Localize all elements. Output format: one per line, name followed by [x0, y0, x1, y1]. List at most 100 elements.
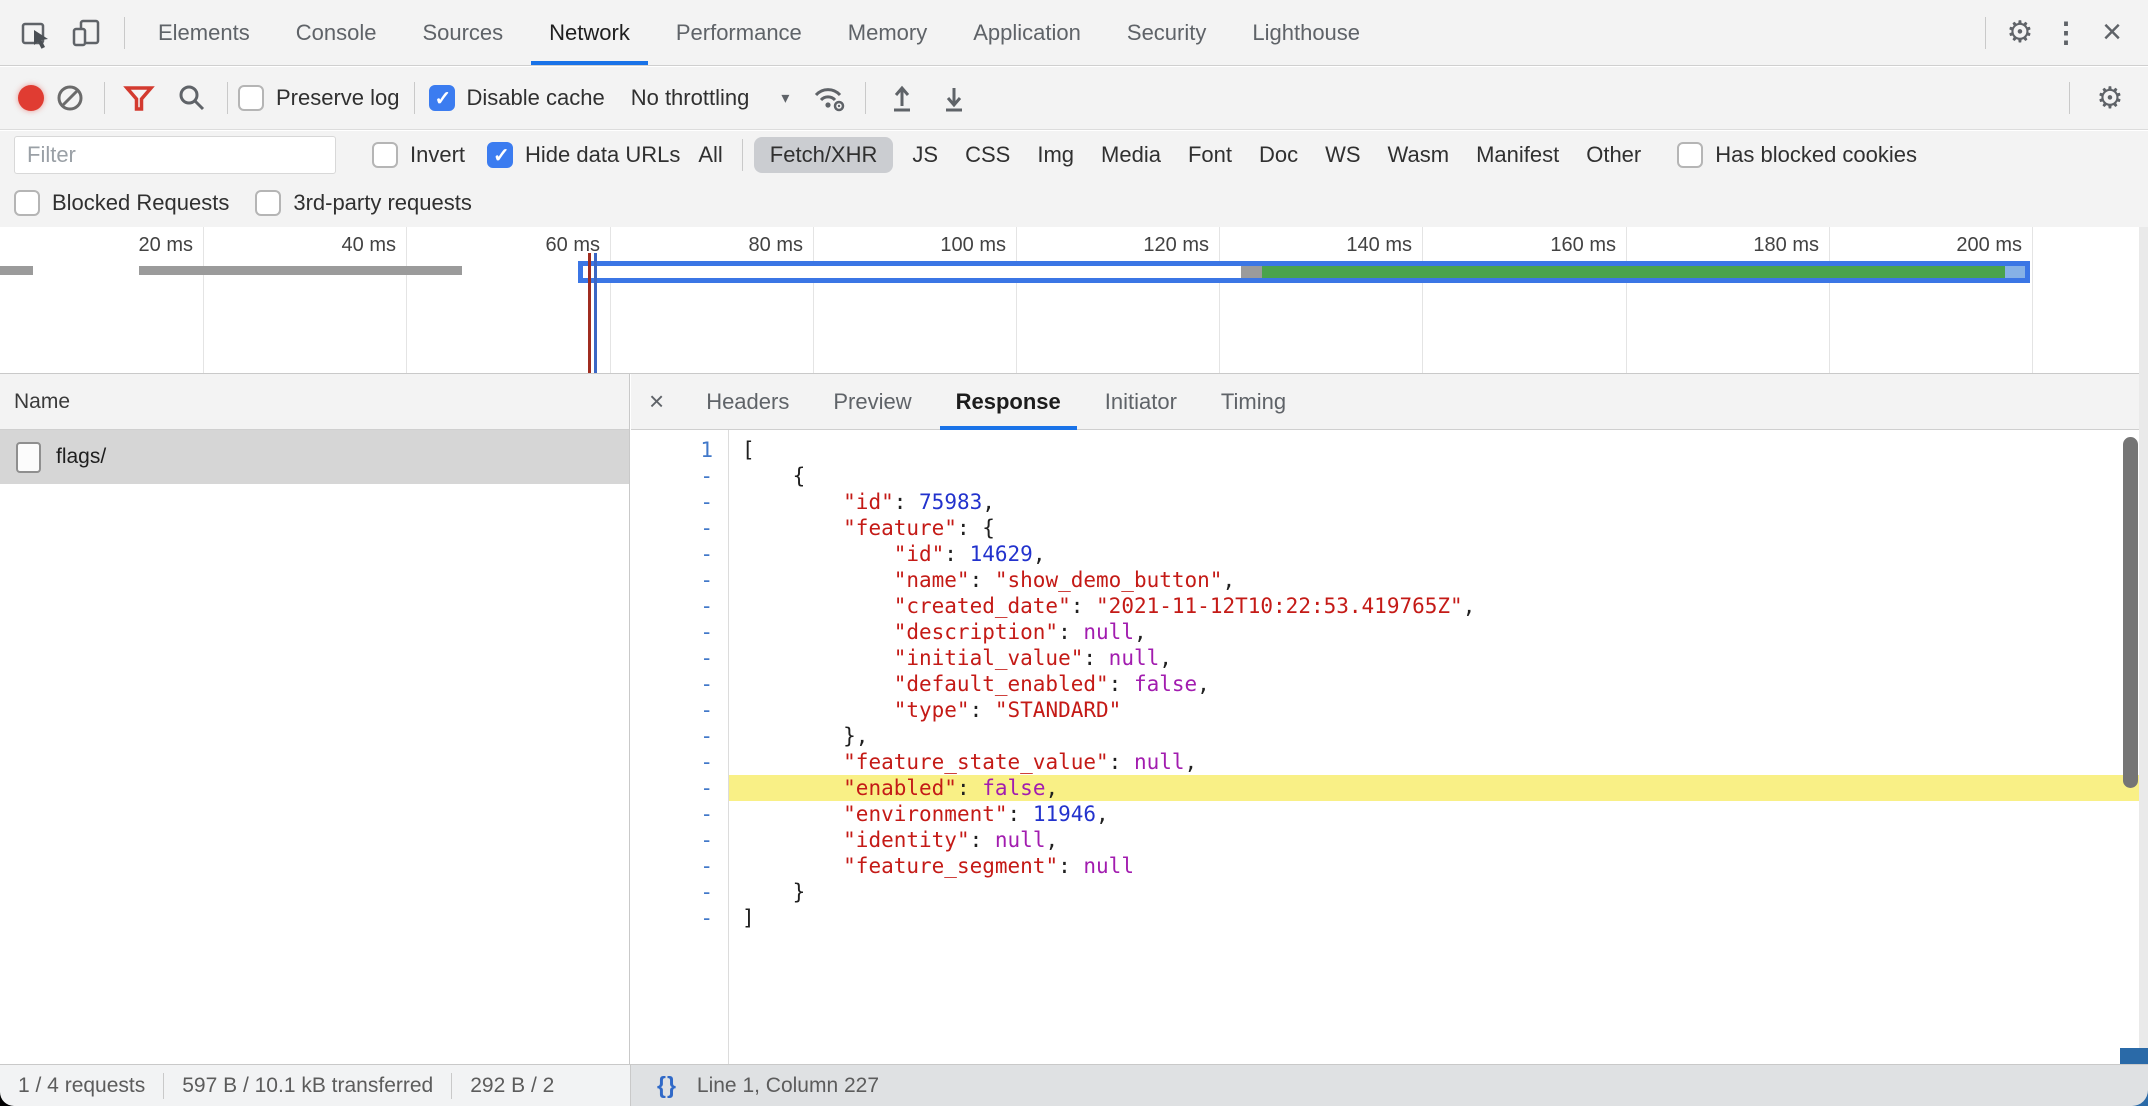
detail-tab-initiator[interactable]: Initiator	[1083, 374, 1199, 430]
waterfall-segment	[1241, 266, 1262, 278]
tab-application[interactable]: Application	[950, 0, 1104, 66]
network-conditions-icon[interactable]	[803, 72, 855, 124]
invert-checkbox[interactable]	[372, 142, 398, 168]
record-network-log-icon[interactable]	[18, 85, 44, 111]
has-blocked-cookies-label: Has blocked cookies	[1715, 142, 1917, 168]
filter-type-img[interactable]: Img	[1029, 137, 1082, 173]
wrapped-line-marker[interactable]: -	[631, 619, 728, 645]
disable-cache-label: Disable cache	[467, 85, 605, 111]
hide-data-urls-checkbox[interactable]	[487, 142, 513, 168]
active-tab-underline	[531, 61, 648, 66]
inspect-element-icon[interactable]	[10, 7, 62, 59]
code-text: "name": "show_demo_button",	[728, 567, 2148, 593]
wrapped-line-marker[interactable]: -	[631, 671, 728, 697]
blocked-requests-checkbox[interactable]	[14, 190, 40, 216]
detail-tab-timing[interactable]: Timing	[1199, 374, 1308, 430]
filter-type-fetch-xhr[interactable]: Fetch/XHR	[754, 137, 894, 173]
filter-type-font[interactable]: Font	[1180, 137, 1240, 173]
filter-type-css[interactable]: CSS	[957, 137, 1018, 173]
tab-memory[interactable]: Memory	[825, 0, 950, 66]
code-text: "id": 75983,	[728, 489, 2148, 515]
filter-type-wasm[interactable]: Wasm	[1380, 137, 1458, 173]
tab-console[interactable]: Console	[273, 0, 400, 66]
settings-gear-icon[interactable]: ⚙	[1994, 7, 2046, 59]
code-text: "feature": {	[728, 515, 2148, 541]
timeline-tick-label: 20 ms	[43, 234, 193, 257]
wrapped-line-marker[interactable]: -	[631, 827, 728, 853]
wrapped-line-marker[interactable]: -	[631, 463, 728, 489]
more-options-icon[interactable]: ⋮	[2046, 7, 2086, 59]
device-toolbar-icon[interactable]	[62, 7, 114, 59]
wrapped-line-marker[interactable]: -	[631, 801, 728, 827]
clear-network-log-icon[interactable]	[44, 72, 96, 124]
selected-request-waterfall-bar	[578, 261, 2030, 283]
wrapped-line-marker[interactable]: -	[631, 775, 728, 801]
filter-type-doc[interactable]: Doc	[1251, 137, 1306, 173]
preserve-log-checkbox[interactable]	[238, 85, 264, 111]
wrapped-line-marker[interactable]: -	[631, 593, 728, 619]
timeline-tick-label: 140 ms	[1262, 234, 1412, 257]
code-line: - "id": 75983,	[631, 489, 2148, 515]
filter-input[interactable]	[14, 136, 336, 174]
code-text: "feature_segment": null	[728, 853, 2148, 879]
response-status-bar: {} Line 1, Column 227	[630, 1064, 2148, 1106]
network-overview-timeline[interactable]: 20 ms40 ms60 ms80 ms100 ms120 ms140 ms16…	[0, 227, 2148, 374]
detail-tab-response[interactable]: Response	[934, 374, 1083, 430]
wrapped-line-marker[interactable]: -	[631, 489, 728, 515]
wrapped-line-marker[interactable]: -	[631, 879, 728, 905]
wrapped-line-marker[interactable]: -	[631, 697, 728, 723]
invert-label: Invert	[410, 142, 465, 168]
filter-type-manifest[interactable]: Manifest	[1468, 137, 1567, 173]
timeline-tick-label: 160 ms	[1466, 234, 1616, 257]
pretty-print-icon[interactable]: {}	[657, 1072, 677, 1099]
tab-elements[interactable]: Elements	[135, 0, 273, 66]
close-devtools-icon[interactable]: ×	[2086, 7, 2138, 59]
has-blocked-cookies-checkbox[interactable]	[1677, 142, 1703, 168]
blocked-requests-label: Blocked Requests	[52, 190, 229, 216]
overview-request-bar	[139, 266, 462, 275]
wrapped-line-marker[interactable]: -	[631, 853, 728, 879]
tab-network[interactable]: Network	[526, 0, 653, 66]
disable-cache-checkbox[interactable]	[429, 85, 455, 111]
network-settings-gear-icon[interactable]: ⚙	[2084, 72, 2136, 124]
search-icon[interactable]	[165, 72, 217, 124]
request-row-flags[interactable]: flags/	[0, 430, 629, 484]
throttling-select[interactable]: No throttling	[631, 85, 750, 111]
wrapped-line-marker[interactable]: -	[631, 541, 728, 567]
wrapped-line-marker[interactable]: -	[631, 567, 728, 593]
timeline-tick-label: 120 ms	[1059, 234, 1209, 257]
import-har-icon[interactable]	[876, 72, 928, 124]
third-party-checkbox[interactable]	[255, 190, 281, 216]
export-har-icon[interactable]	[928, 72, 980, 124]
timeline-tick-label: 200 ms	[1872, 234, 2022, 257]
filter-type-js[interactable]: JS	[904, 137, 946, 173]
code-line: -]	[631, 905, 2148, 931]
timeline-gridline	[406, 227, 407, 373]
wrapped-line-marker[interactable]: -	[631, 905, 728, 931]
filter-type-media[interactable]: Media	[1093, 137, 1169, 173]
tab-performance[interactable]: Performance	[653, 0, 825, 66]
timeline-gridline	[2032, 227, 2033, 373]
filter-type-other[interactable]: Other	[1578, 137, 1649, 173]
filter-type-ws[interactable]: WS	[1317, 137, 1368, 173]
tab-sources[interactable]: Sources	[399, 0, 526, 66]
close-detail-icon[interactable]: ×	[631, 386, 684, 417]
detail-tab-headers[interactable]: Headers	[684, 374, 811, 430]
filter-funnel-icon[interactable]	[113, 72, 165, 124]
timeline-gridline	[610, 227, 611, 373]
response-body-viewer: 1[- {- "id": 75983,- "feature": {- "id":…	[631, 430, 2148, 1064]
vertical-scrollbar-thumb[interactable]	[2123, 437, 2138, 788]
code-text: "enabled": false,	[728, 775, 2148, 801]
wrapped-line-marker[interactable]: -	[631, 645, 728, 671]
throttling-caret-icon[interactable]: ▾	[781, 88, 789, 108]
wrapped-line-marker[interactable]: -	[631, 515, 728, 541]
wrapped-line-marker[interactable]: -	[631, 723, 728, 749]
name-column-header[interactable]: Name	[0, 374, 629, 430]
tab-lighthouse[interactable]: Lighthouse	[1229, 0, 1383, 66]
detail-tab-preview[interactable]: Preview	[811, 374, 933, 430]
tab-security[interactable]: Security	[1104, 0, 1229, 66]
wrapped-line-marker[interactable]: -	[631, 749, 728, 775]
filter-type-all[interactable]: All	[690, 137, 730, 173]
line-number[interactable]: 1	[631, 437, 728, 463]
devtools-window: ElementsConsoleSourcesNetworkPerformance…	[0, 0, 2148, 1106]
